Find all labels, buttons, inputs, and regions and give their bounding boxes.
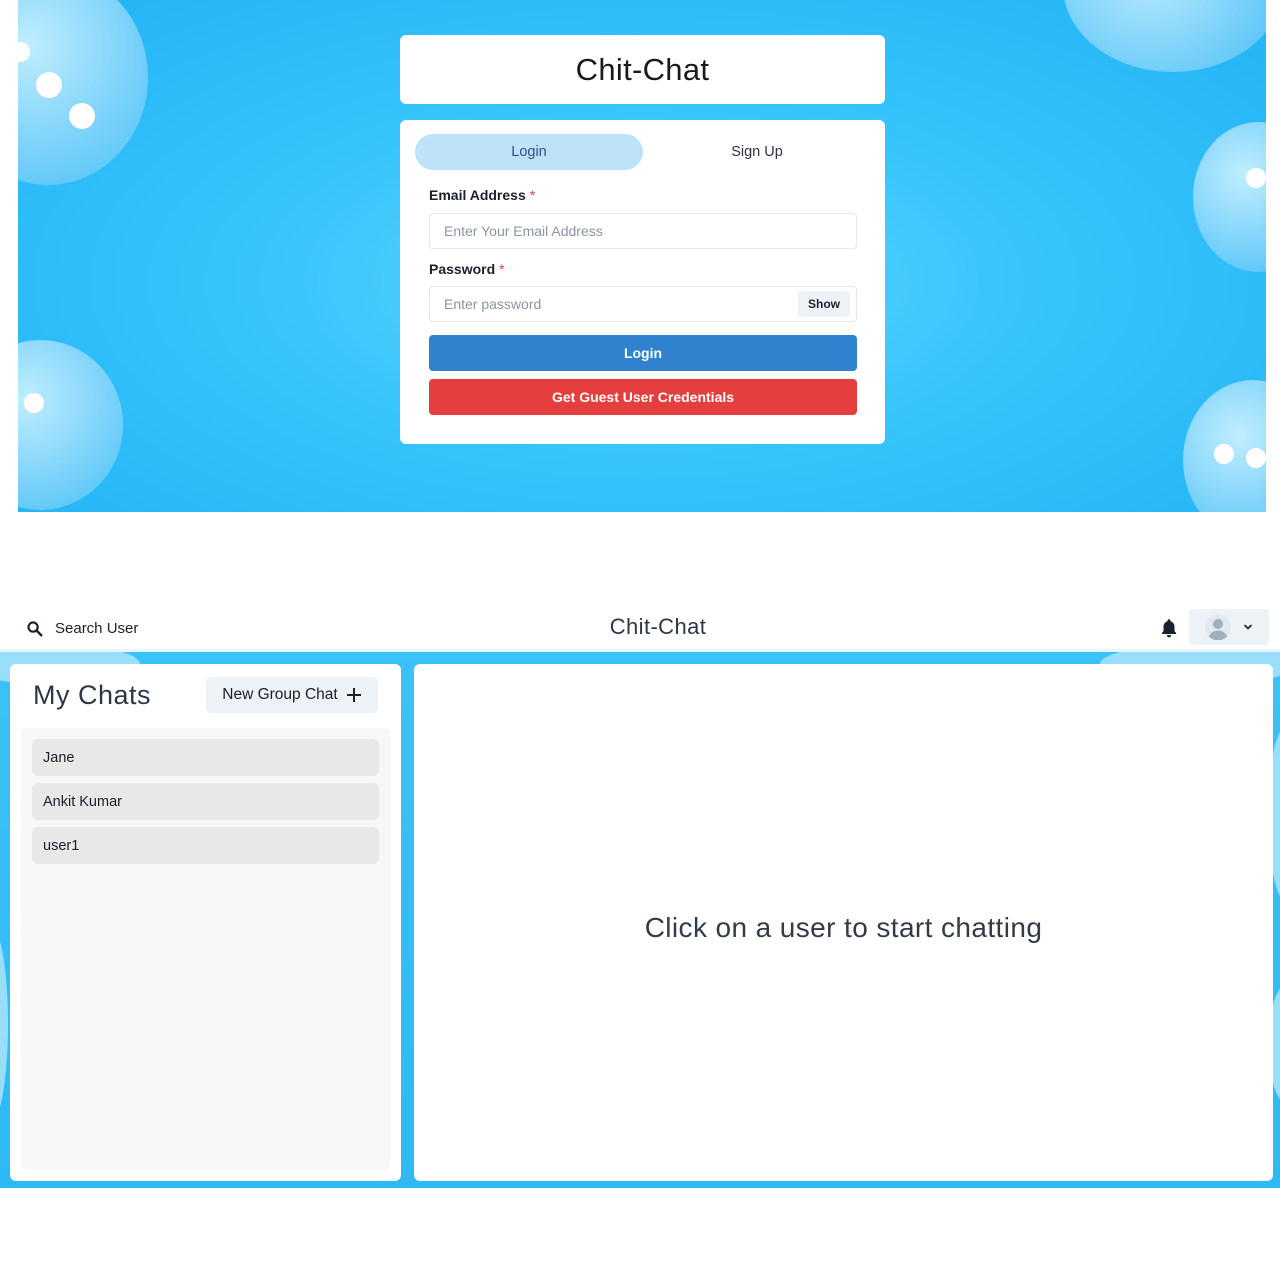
header-app-title: Chit-Chat [609, 614, 707, 639]
screenshot-canvas: Chit-Chat Login Sign Up Email Address* P… [0, 0, 1280, 1280]
email-input[interactable] [429, 213, 857, 249]
auth-form-card: Login Sign Up Email Address* Password* S… [400, 120, 885, 444]
decorative-dot [69, 103, 95, 129]
empty-chat-message: Click on a user to start chatting [644, 911, 1043, 943]
chat-screen: Search User Chit-Chat My Chats New Group… [0, 604, 1280, 1188]
chevron-down-icon [1244, 624, 1252, 630]
decorative-dot [36, 72, 62, 98]
my-chats-title: My Chats [33, 680, 152, 710]
bell-icon[interactable] [1158, 617, 1180, 639]
top-bar: Search User Chit-Chat [0, 604, 1280, 652]
required-mark: * [529, 187, 536, 203]
new-group-chat-button[interactable]: New Group Chat [206, 677, 378, 713]
decorative-bubble [1193, 122, 1266, 272]
decorative-bubble [1063, 0, 1266, 72]
app-title-card: Chit-Chat [400, 35, 885, 104]
guest-credentials-button[interactable]: Get Guest User Credentials [429, 379, 857, 415]
show-password-button[interactable]: Show [798, 291, 850, 317]
required-mark: * [499, 261, 505, 277]
chat-list-item[interactable]: Jane [32, 739, 379, 776]
decorative-dot [1246, 448, 1266, 468]
password-label: Password * [429, 261, 505, 277]
app-title: Chit-Chat [575, 51, 710, 87]
decorative-bubble [0, 924, 8, 1124]
login-button[interactable]: Login [429, 335, 857, 371]
login-screen: Chit-Chat Login Sign Up Email Address* P… [18, 0, 1266, 512]
tab-sign-up[interactable]: Sign Up [643, 134, 871, 170]
decorative-dot [1214, 444, 1234, 464]
new-group-chat-label: New Group Chat [222, 686, 338, 703]
plus-icon [346, 688, 361, 702]
decorative-bubble [18, 340, 123, 510]
tab-login[interactable]: Login [415, 134, 643, 170]
email-label: Email Address * [429, 187, 536, 203]
chat-box: Click on a user to start chatting [414, 664, 1273, 1181]
password-input[interactable] [429, 286, 857, 322]
my-chats-panel: My Chats New Group Chat Jane Ankit Kumar… [10, 664, 401, 1181]
auth-tabs: Login Sign Up [415, 134, 871, 170]
chat-list-item[interactable]: user1 [32, 827, 379, 864]
decorative-dot [24, 393, 44, 413]
profile-menu-button[interactable] [1189, 609, 1269, 645]
chat-list: Jane Ankit Kumar user1 [21, 728, 390, 1170]
avatar [1205, 614, 1231, 640]
chat-list-item[interactable]: Ankit Kumar [32, 783, 379, 820]
decorative-dot [1246, 168, 1266, 188]
